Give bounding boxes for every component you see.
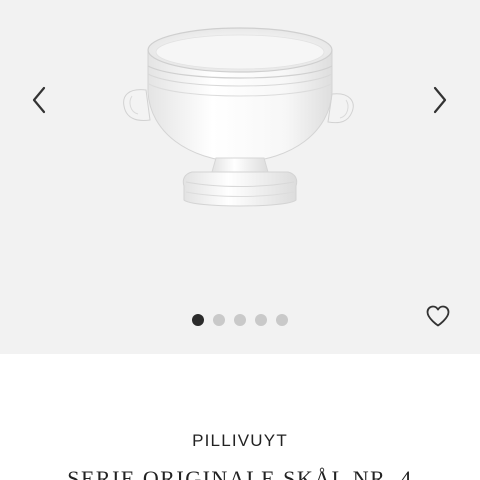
slide-dot[interactable] xyxy=(192,314,204,326)
chevron-right-icon xyxy=(433,86,447,114)
previous-image-button[interactable] xyxy=(25,84,53,116)
heart-outline-icon xyxy=(426,305,450,327)
favorite-button[interactable] xyxy=(425,304,451,328)
product-page: PILLIVUYT SERIE ORIGINALE SKÅL NR. 4 xyxy=(0,0,480,480)
next-image-button[interactable] xyxy=(426,84,454,116)
product-brand[interactable]: PILLIVUYT xyxy=(0,431,480,451)
image-gallery[interactable] xyxy=(0,0,480,354)
product-title: SERIE ORIGINALE SKÅL NR. 4 xyxy=(67,466,413,480)
slide-indicator xyxy=(192,314,288,326)
slide-dot[interactable] xyxy=(255,314,267,326)
chevron-left-icon xyxy=(32,86,46,114)
slide-dot[interactable] xyxy=(213,314,225,326)
slide-dot[interactable] xyxy=(234,314,246,326)
product-image xyxy=(123,27,354,207)
slide-dot[interactable] xyxy=(276,314,288,326)
